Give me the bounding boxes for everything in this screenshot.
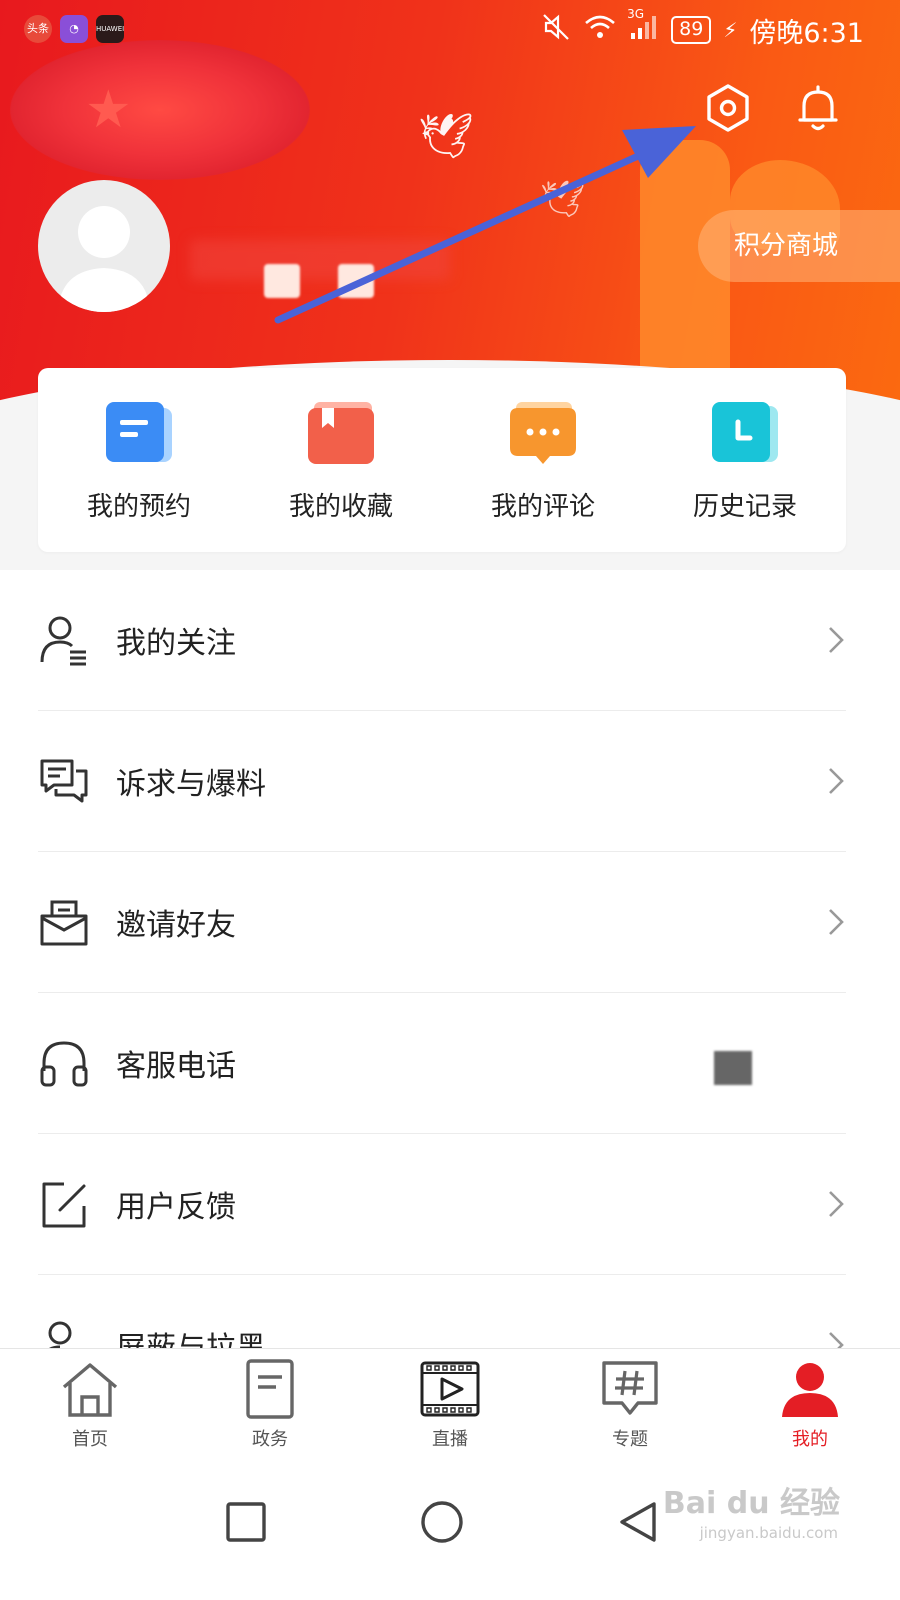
phone-number-redacted (714, 1051, 752, 1085)
quick-item-favorites[interactable]: 我的收藏 (240, 368, 442, 552)
home-circle-icon[interactable] (418, 1498, 466, 1546)
huawei-app-icon: HUAWEI (96, 15, 124, 43)
charging-icon: ⚡ (723, 18, 738, 42)
quick-label: 我的预约 (86, 492, 191, 522)
hashtag-icon (602, 1361, 658, 1415)
nav-tab-topics[interactable]: 专题 (540, 1349, 720, 1460)
menu-item-label: 我的关注 (116, 626, 236, 661)
nav-label: 首页 (72, 1429, 108, 1450)
avatar[interactable] (38, 180, 170, 312)
chevron-right-icon (829, 1191, 844, 1217)
star-icon: ★ (85, 80, 132, 140)
chevron-right-icon (829, 627, 844, 653)
back-triangle-icon[interactable] (614, 1498, 662, 1546)
redaction-block (338, 264, 374, 298)
calendar-note-icon (106, 402, 172, 464)
menu-item-label: 用户反馈 (116, 1190, 236, 1225)
menu-item-feedback[interactable]: 用户反馈 (38, 1134, 846, 1275)
quick-item-reservations[interactable]: 我的预约 (38, 368, 240, 552)
default-user-icon (58, 206, 150, 312)
quick-item-comments[interactable]: 我的评论 (442, 368, 644, 552)
chevron-right-icon (829, 768, 844, 794)
quick-actions-card: 我的预约 我的收藏 我的评论 历史记录 (38, 368, 846, 552)
menu-list: 我的关注 诉求与爆料 邀请好友 客服电话 用户反馈 屏蔽与拉黑 (0, 570, 900, 1348)
bookmark-book-icon (308, 402, 374, 464)
quick-item-history[interactable]: 历史记录 (644, 368, 846, 552)
app-icon: ◔ (60, 15, 88, 43)
bottom-nav: 首页 政务 直播 专题 我的 (0, 1348, 900, 1460)
home-icon (62, 1363, 118, 1417)
settings-gear-icon[interactable] (700, 80, 756, 136)
username-redacted (190, 240, 450, 280)
document-icon (246, 1359, 294, 1419)
battery-indicator: 89 (671, 16, 712, 44)
toutiao-app-icon: 头条 (24, 15, 52, 43)
chat-bubbles-icon (40, 759, 88, 803)
nav-label: 专题 (612, 1429, 648, 1450)
film-play-icon (420, 1361, 480, 1417)
wifi-icon (583, 13, 617, 48)
clock-icon (712, 402, 778, 464)
menu-item-block[interactable]: 屏蔽与拉黑 (38, 1275, 846, 1348)
menu-item-label: 诉求与爆料 (116, 767, 266, 802)
menu-item-hotline[interactable]: 客服电话 (38, 993, 846, 1134)
quick-label: 历史记录 (692, 492, 797, 522)
headphones-icon (40, 1041, 88, 1087)
status-bar: 头条 ◔ HUAWEI 3G 89 ⚡ 傍晚6:31 (0, 0, 900, 62)
nav-tab-mine[interactable]: 我的 (720, 1349, 900, 1460)
menu-item-follows[interactable]: 我的关注 (38, 570, 846, 711)
system-nav-bar: Bai du 经验 jingyan.baidu.com (0, 1460, 900, 1600)
menu-item-label: 邀请好友 (116, 908, 236, 943)
signal-icon: 3G (627, 7, 659, 48)
nav-label: 我的 (792, 1429, 828, 1450)
watermark-logo: Bai du 经验 (662, 1486, 840, 1521)
clock-time: 傍晚6:31 (749, 17, 864, 49)
nav-tab-government[interactable]: 政务 (180, 1349, 360, 1460)
mute-icon (541, 12, 571, 49)
user-block-icon (48, 1321, 72, 1348)
quick-label: 我的评论 (490, 492, 595, 522)
chevron-right-icon (829, 1332, 844, 1348)
points-mall-button[interactable]: 积分商城 (698, 210, 900, 282)
envelope-icon (40, 900, 88, 946)
chevron-right-icon (829, 909, 844, 935)
comment-bubble-icon (510, 402, 576, 464)
menu-item-invite[interactable]: 邀请好友 (38, 852, 846, 993)
menu-item-appeals[interactable]: 诉求与爆料 (38, 711, 846, 852)
nav-tab-home[interactable]: 首页 (0, 1349, 180, 1460)
nav-label: 政务 (252, 1429, 288, 1450)
dove-icon: 🕊 (540, 179, 586, 220)
nav-label: 直播 (432, 1429, 468, 1450)
menu-item-label: 屏蔽与拉黑 (116, 1323, 826, 1348)
redaction-block (264, 264, 300, 298)
recent-apps-icon[interactable] (222, 1498, 270, 1546)
nav-tab-live[interactable]: 直播 (360, 1349, 540, 1460)
watermark-url: jingyan.baidu.com (699, 1524, 838, 1542)
dove-icon: 🕊 (418, 111, 474, 162)
notification-bell-icon[interactable] (790, 80, 846, 136)
user-filled-icon (782, 1363, 838, 1417)
edit-square-icon (42, 1182, 86, 1228)
quick-label: 我的收藏 (288, 492, 393, 522)
user-list-icon (40, 616, 86, 666)
